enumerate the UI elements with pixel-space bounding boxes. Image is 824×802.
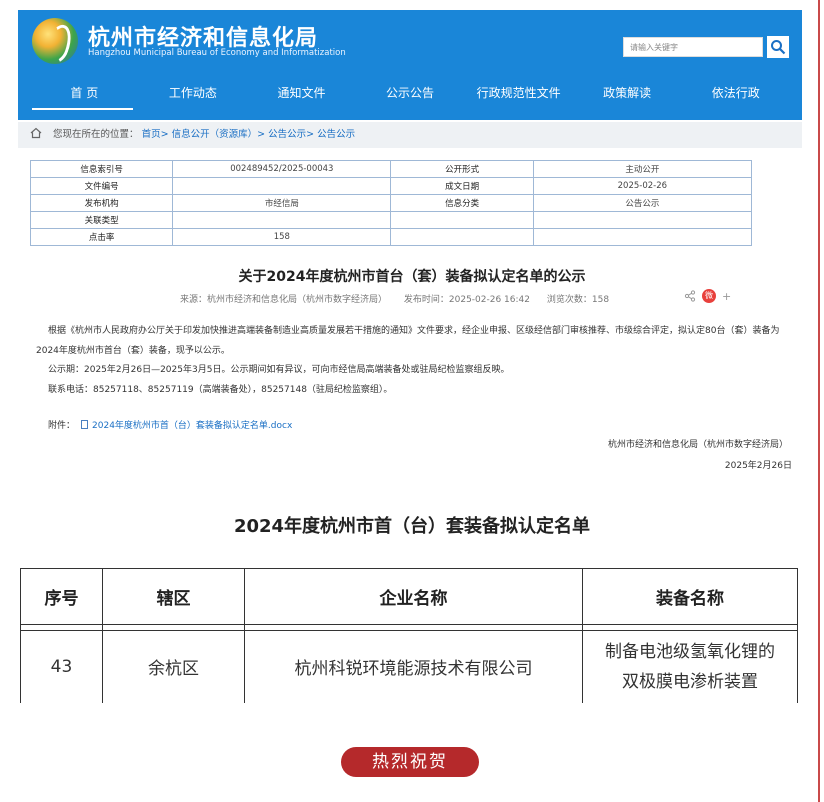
info-label: 点击率: [29, 228, 174, 246]
share-bar: 微 +: [684, 289, 731, 303]
search-icon: [771, 40, 786, 55]
info-value: [532, 228, 753, 246]
info-label: 发布机构: [29, 194, 174, 212]
column-header: 企业名称: [244, 568, 583, 625]
article-views: 浏览次数：158: [546, 295, 610, 305]
info-label: 文件编号: [29, 177, 174, 195]
weibo-icon[interactable]: 微: [702, 289, 716, 303]
info-label: 信息索引号: [29, 160, 174, 178]
cell-district: 余杭区: [102, 630, 245, 703]
info-label: 关联类型: [29, 211, 174, 229]
site-header: 杭州市经济和信息化局 Hangzhou Municipal Bureau of …: [18, 10, 802, 120]
info-value: 002489452/2025-00043: [172, 160, 392, 178]
search-button[interactable]: [767, 36, 789, 58]
list-title: 2024年度杭州市首（台）套装备拟认定名单: [233, 516, 591, 537]
info-value: 158: [172, 228, 392, 246]
breadcrumb: 您现在所在的位置： 首页> 信息公开（资源库）> 公告公示> 公告公示: [18, 122, 802, 148]
breadcrumb-announcements[interactable]: 公告公示>: [268, 129, 314, 140]
article-meta: 来源：杭州市经济和信息化局（杭州市数字经济局） 发布时间：2025-02-26 …: [180, 292, 623, 305]
article-paragraph: 联系电话：85257118、85257119（高端装备处），85257148（驻…: [48, 384, 393, 395]
info-value: [172, 177, 392, 195]
site-subtitle: Hangzhou Municipal Bureau of Economy and…: [88, 48, 346, 58]
equipment-line: 制备电池级氢氧化锂的: [605, 641, 775, 662]
search-input[interactable]: 请输入关键字: [623, 37, 763, 57]
info-label: 公开形式: [390, 160, 534, 178]
attachment-link[interactable]: 2024年度杭州市首（台）套装备拟认定名单.docx: [92, 421, 292, 431]
info-value: 公告公示: [532, 194, 753, 212]
info-value: 2025-02-26: [532, 177, 753, 195]
equipment-list-table: 序号 辖区 企业名称 装备名称 43 余杭区 杭州科锐环境能源技术有限公司 制备…: [20, 568, 798, 703]
right-edge-rule: [818, 0, 820, 802]
table-row: 文件编号 成文日期 2025-02-26: [29, 177, 753, 195]
cell-company: 杭州科锐环境能源技术有限公司: [244, 630, 583, 703]
breadcrumb-prefix: 您现在所在的位置：: [53, 129, 139, 140]
main-nav: 首 页 工作动态 通知文件 公示公告 行政规范性文件 政策解读 依法行政: [30, 80, 790, 110]
nav-policy-interpretation[interactable]: 政策解读: [573, 80, 682, 110]
info-value: 主动公开: [532, 160, 753, 178]
nav-announcements[interactable]: 公示公告: [356, 80, 465, 110]
table-row: 点击率 158: [29, 228, 753, 246]
info-label: 成文日期: [390, 177, 534, 195]
table-row: 发布机构 市经信局 信息分类 公告公示: [29, 194, 753, 212]
cell-number: 43: [20, 630, 103, 703]
column-header: 辖区: [102, 568, 245, 625]
share-icon[interactable]: [684, 290, 696, 302]
column-header: 序号: [20, 568, 103, 625]
article-source: 来源：杭州市经济和信息化局（杭州市数字经济局）: [180, 295, 388, 305]
nav-law-administration[interactable]: 依法行政: [681, 80, 790, 110]
info-value: [172, 211, 392, 229]
table-row: 43 余杭区 杭州科锐环境能源技术有限公司 制备电池级氢氧化锂的 双极膜电渗析装…: [20, 630, 798, 703]
column-header: 装备名称: [582, 568, 798, 625]
attachment-label: 附件：: [48, 421, 76, 431]
info-label: [390, 211, 534, 229]
cell-equipment: 制备电池级氢氧化锂的 双极膜电渗析装置: [582, 630, 798, 703]
share-more-icon[interactable]: +: [722, 290, 731, 303]
breadcrumb-info-open[interactable]: 信息公开（资源库）>: [172, 129, 265, 140]
attachment: 附件： 2024年度杭州市首（台）套装备拟认定名单.docx: [48, 418, 292, 431]
info-table: 信息索引号 002489452/2025-00043 公开形式 主动公开 文件编…: [29, 160, 753, 246]
nav-home[interactable]: 首 页: [30, 80, 139, 110]
nav-regulations[interactable]: 行政规范性文件: [464, 80, 573, 110]
equipment-line: 双极膜电渗析装置: [622, 671, 758, 692]
document-icon: [81, 420, 89, 429]
nav-notices[interactable]: 通知文件: [247, 80, 356, 110]
table-header-row: 序号 辖区 企业名称 装备名称: [20, 568, 798, 625]
breadcrumb-current[interactable]: 公告公示: [317, 129, 355, 140]
article-title: 关于2024年度杭州市首台（套）装备拟认定名单的公示: [238, 269, 586, 285]
article-paragraph: 公示期：2025年2月26日—2025年3月5日。公示期间如有异议，可向市经信局…: [48, 365, 510, 375]
article-paragraph: 根据《杭州市人民政府办公厅关于印发加快推进高端装备制造业高质量发展若干措施的通知…: [36, 326, 780, 356]
nav-work-news[interactable]: 工作动态: [139, 80, 248, 110]
bureau-logo-icon: [32, 18, 78, 64]
info-value: 市经信局: [172, 194, 392, 212]
home-icon: [30, 127, 42, 139]
signature-date: 2025年2月26日: [724, 461, 792, 471]
article-time: 发布时间：2025-02-26 16:42: [403, 295, 530, 305]
info-label: 信息分类: [390, 194, 534, 212]
table-row: 关联类型: [29, 211, 753, 229]
info-label: [390, 228, 534, 246]
congrats-badge: 热烈祝贺: [341, 747, 479, 777]
article-body: 根据《杭州市人民政府办公厅关于印发加快推进高端装备制造业高质量发展若干措施的通知…: [36, 322, 796, 400]
signature-org: 杭州市经济和信息化局（杭州市数字经济局）: [607, 440, 788, 450]
breadcrumb-home[interactable]: 首页>: [142, 129, 169, 140]
table-row: 信息索引号 002489452/2025-00043 公开形式 主动公开: [29, 160, 753, 178]
info-value: [532, 211, 753, 229]
